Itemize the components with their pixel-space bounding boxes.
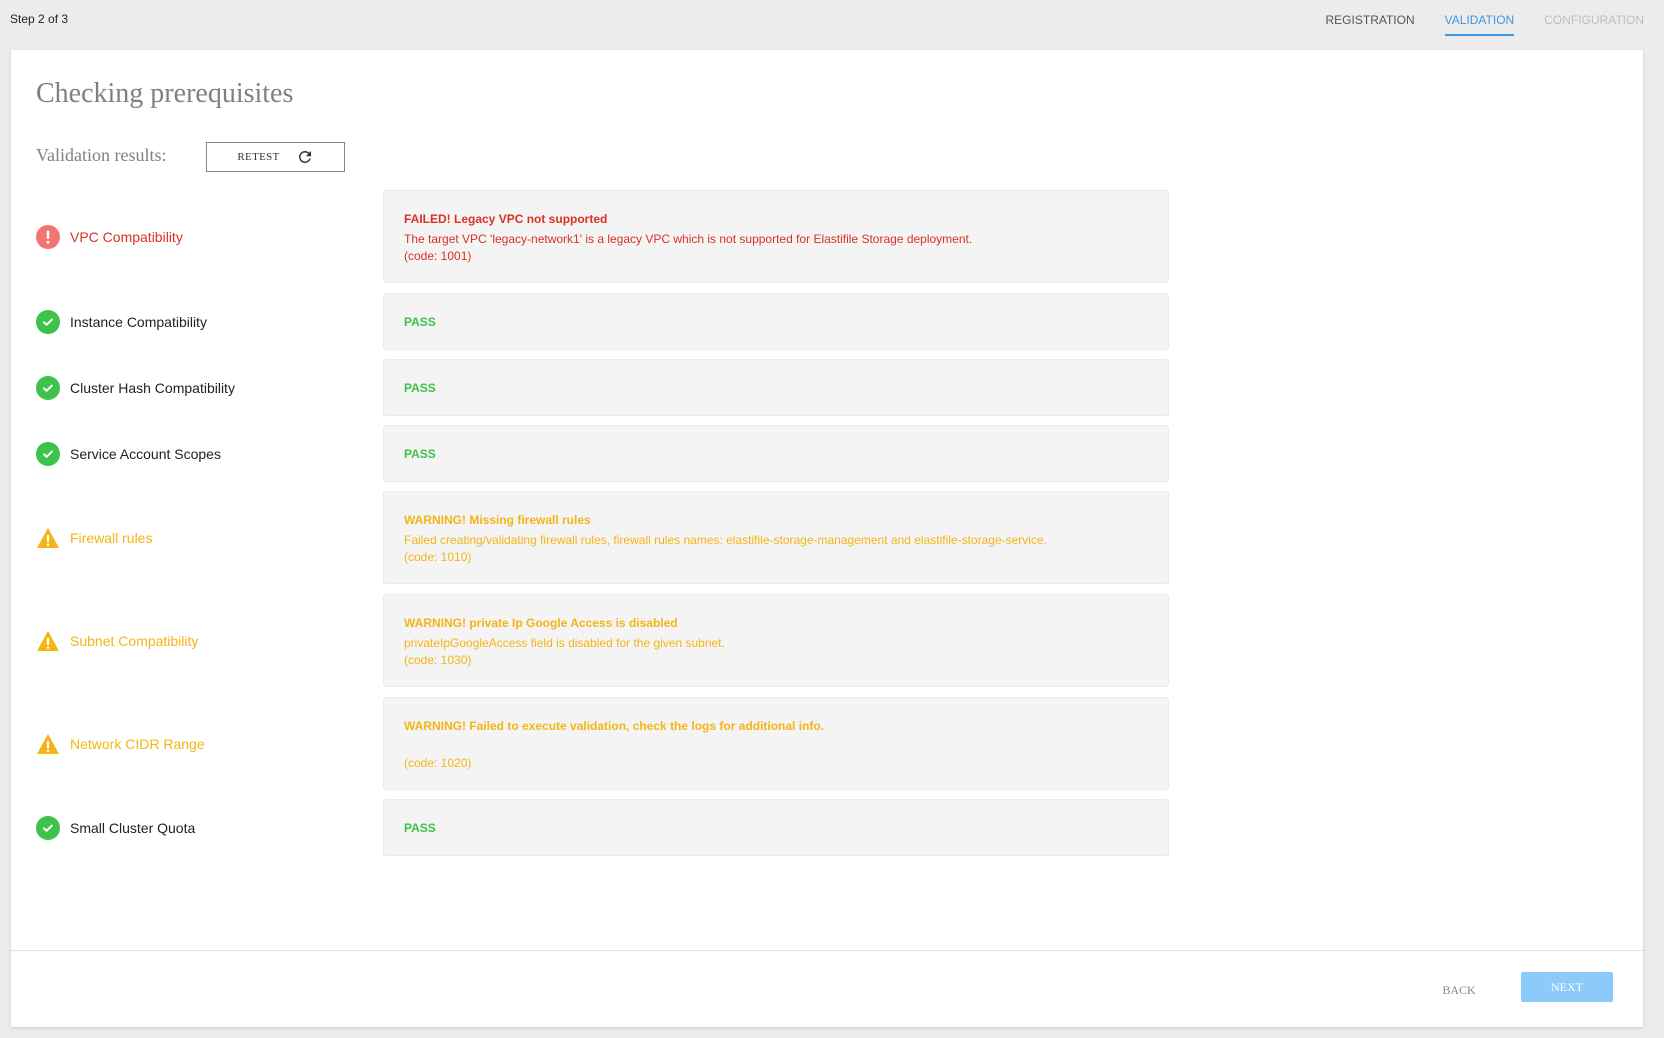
check-icon xyxy=(36,815,60,840)
pass-status: PASS xyxy=(404,447,436,461)
result-code: (code: 1010) xyxy=(404,550,472,564)
check-label-group: Subnet Compatibility xyxy=(36,629,198,653)
check-name: Network CIDR Range xyxy=(70,735,205,752)
result-message: Failed creating/validating firewall rule… xyxy=(404,533,1047,547)
check-name: Subnet Compatibility xyxy=(70,632,199,649)
refresh-icon xyxy=(296,148,314,166)
result-code: (code: 1020) xyxy=(404,756,472,770)
check-result-box: PASS xyxy=(383,293,1169,350)
check-result-box: WARNING! Failed to execute validation, c… xyxy=(383,697,1169,790)
warning-icon xyxy=(36,732,60,756)
tab-validation[interactable]: VALIDATION xyxy=(1444,0,1514,36)
error-icon xyxy=(36,224,60,249)
check-label-group: Service Account Scopes xyxy=(36,441,221,466)
check-row: Cluster Hash Compatibility PASS xyxy=(11,359,1211,416)
check-result-box: WARNING! Missing firewall rules Failed cr… xyxy=(383,491,1169,584)
validation-card: Checking prerequisites Validation result… xyxy=(11,50,1643,1027)
warning-icon xyxy=(36,629,60,653)
check-name: Small Cluster Quota xyxy=(70,819,196,836)
result-code: (code: 1030) xyxy=(404,653,472,667)
check-icon xyxy=(36,309,60,334)
check-name: Service Account Scopes xyxy=(70,445,221,462)
check-result-box: WARNING! private Ip Google Access is dis… xyxy=(383,594,1169,687)
tab-registration[interactable]: REGISTRATION xyxy=(1326,0,1415,36)
check-row: Subnet Compatibility WARNING! private Ip … xyxy=(11,594,1211,687)
next-button[interactable]: NEXT xyxy=(1521,972,1613,1002)
pass-status: PASS xyxy=(404,821,436,835)
result-message: privateIpGoogleAccess field is disabled … xyxy=(404,636,725,650)
check-row: Small Cluster Quota PASS xyxy=(11,799,1211,856)
top-bar: Step 2 of 3 REGISTRATION VALIDATION CONF… xyxy=(0,0,1664,48)
check-row: Instance Compatibility PASS xyxy=(11,293,1211,350)
check-row: Firewall rules WARNING! Missing firewall … xyxy=(11,491,1211,584)
step-indicator: Step 2 of 3 xyxy=(10,12,69,26)
check-row: Service Account Scopes PASS xyxy=(11,425,1211,482)
check-label-group: Network CIDR Range xyxy=(36,732,205,756)
check-label-group: Small Cluster Quota xyxy=(36,815,196,840)
pass-status: PASS xyxy=(404,315,436,329)
check-result-box: PASS xyxy=(383,359,1169,416)
check-row: VPC Compatibility FAILED! Legacy VPC not … xyxy=(11,190,1211,283)
check-row: Network CIDR Range WARNING! Failed to exe… xyxy=(11,697,1211,790)
check-name: Instance Compatibility xyxy=(70,313,207,330)
wizard-steps: REGISTRATION VALIDATION CONFIGURATION xyxy=(1326,0,1644,38)
tab-configuration[interactable]: CONFIGURATION xyxy=(1544,0,1644,36)
pass-status: PASS xyxy=(404,381,436,395)
check-result-box: PASS xyxy=(383,799,1169,856)
validation-results-label: Validation results: xyxy=(36,145,167,165)
check-name: Firewall rules xyxy=(70,529,153,546)
check-name: Cluster Hash Compatibility xyxy=(70,379,235,396)
result-title: WARNING! private Ip Google Access is dis… xyxy=(404,616,678,630)
retest-button[interactable]: RETEST xyxy=(206,142,345,172)
back-button[interactable]: BACK xyxy=(1429,975,1489,1005)
check-label-group: VPC Compatibility xyxy=(36,224,183,249)
check-name: VPC Compatibility xyxy=(70,228,183,245)
result-title: WARNING! Failed to execute validation, c… xyxy=(404,719,825,733)
result-title: WARNING! Missing firewall rules xyxy=(404,513,591,527)
check-label-group: Firewall rules xyxy=(36,526,152,550)
result-message: The target VPC 'legacy-network1' is a le… xyxy=(404,232,973,246)
warning-icon xyxy=(36,526,60,550)
check-icon xyxy=(36,375,60,400)
check-label-group: Instance Compatibility xyxy=(36,309,207,334)
check-result-box: PASS xyxy=(383,425,1169,482)
check-result-box: FAILED! Legacy VPC not supported The targ… xyxy=(383,190,1169,283)
result-message xyxy=(404,738,1148,755)
footer-divider xyxy=(11,950,1643,951)
page-title: Checking prerequisites xyxy=(36,78,294,109)
result-title: FAILED! Legacy VPC not supported xyxy=(404,212,608,226)
check-icon xyxy=(36,441,60,466)
result-code: (code: 1001) xyxy=(404,249,472,263)
retest-label: RETEST xyxy=(237,151,280,163)
check-label-group: Cluster Hash Compatibility xyxy=(36,375,235,400)
